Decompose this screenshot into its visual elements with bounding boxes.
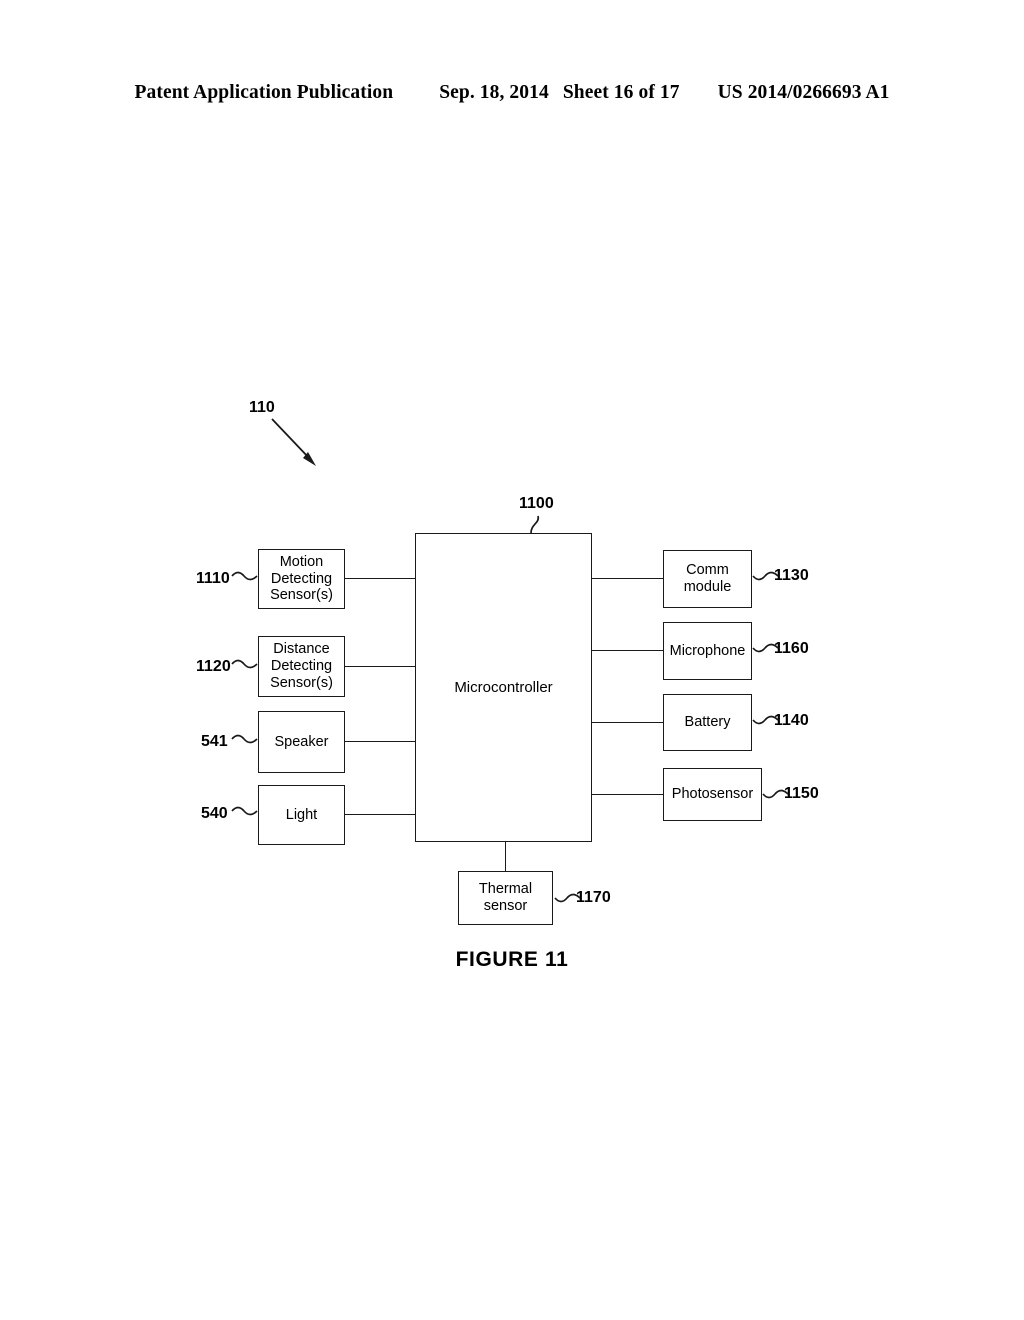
refnum-comm-module: 1130 [774,567,809,584]
block-thermal-line1: Thermal [478,881,533,898]
block-motion-line1: Motion [279,553,324,570]
leader-controller [530,515,540,534]
block-comm-module[interactable]: Comm module [663,550,752,608]
refnum-light: 540 [201,805,228,822]
block-microphone-label: Microphone [669,642,746,659]
block-motion-detecting-sensors[interactable]: Motion Detecting Sensor(s) [258,549,345,609]
system-pointer-arrow [271,418,316,466]
connector-light-to-controller [345,814,415,815]
connector-speaker-to-controller [345,741,415,742]
connector-distance-to-controller [345,666,415,667]
controller-reference-numeral: 1100 [519,495,554,512]
block-speaker[interactable]: Speaker [258,711,345,773]
leader-light [231,806,258,816]
block-light[interactable]: Light [258,785,345,845]
block-comm-line2: module [683,579,732,595]
block-motion-line3: Sensor(s) [270,587,333,604]
block-thermal-sensor[interactable]: Thermal sensor [458,871,553,925]
block-microcontroller-label: Microcontroller [454,678,553,696]
connector-controller-to-microphone [592,650,663,651]
block-comm-line1: Comm [686,562,729,579]
connector-controller-to-battery [592,722,663,723]
block-battery[interactable]: Battery [663,694,752,751]
block-light-label: Light [285,806,318,823]
block-distance-line2: Detecting [270,658,333,675]
block-battery-label: Battery [684,714,731,731]
block-distance-line3: Sensor(s) [270,674,333,691]
leader-speaker [231,734,258,744]
refnum-speaker: 541 [201,733,228,750]
system-reference-numeral: 110 [249,399,275,416]
block-speaker-label: Speaker [274,733,329,750]
figure-11-diagram: 110 1100 Microcontroller Motion Detectin… [0,0,1024,1320]
block-distance-line1: Distance [273,641,330,658]
block-microphone[interactable]: Microphone [663,622,752,680]
connector-controller-to-photosensor [592,794,663,795]
refnum-microphone: 1160 [774,640,809,657]
leader-motion-detecting-sensors [231,571,258,581]
figure-caption: FIGURE 11 [455,948,569,971]
block-microcontroller[interactable]: Microcontroller [415,533,592,842]
refnum-thermal-sensor: 1170 [576,889,611,906]
leader-distance-detecting-sensors [231,659,258,669]
refnum-photosensor: 1150 [784,785,819,802]
block-thermal-line2: sensor [483,898,528,914]
connector-controller-to-comm [592,578,663,579]
block-photosensor-label: Photosensor [671,786,754,803]
refnum-distance-detecting-sensors: 1120 [196,658,231,675]
connector-motion-to-controller [345,578,415,579]
block-photosensor[interactable]: Photosensor [663,768,762,821]
block-motion-line2: Detecting [270,570,333,587]
connector-controller-to-thermal [505,842,506,871]
refnum-motion-detecting-sensors: 1110 [196,570,230,587]
block-distance-detecting-sensors[interactable]: Distance Detecting Sensor(s) [258,636,345,697]
refnum-battery: 1140 [774,712,809,729]
